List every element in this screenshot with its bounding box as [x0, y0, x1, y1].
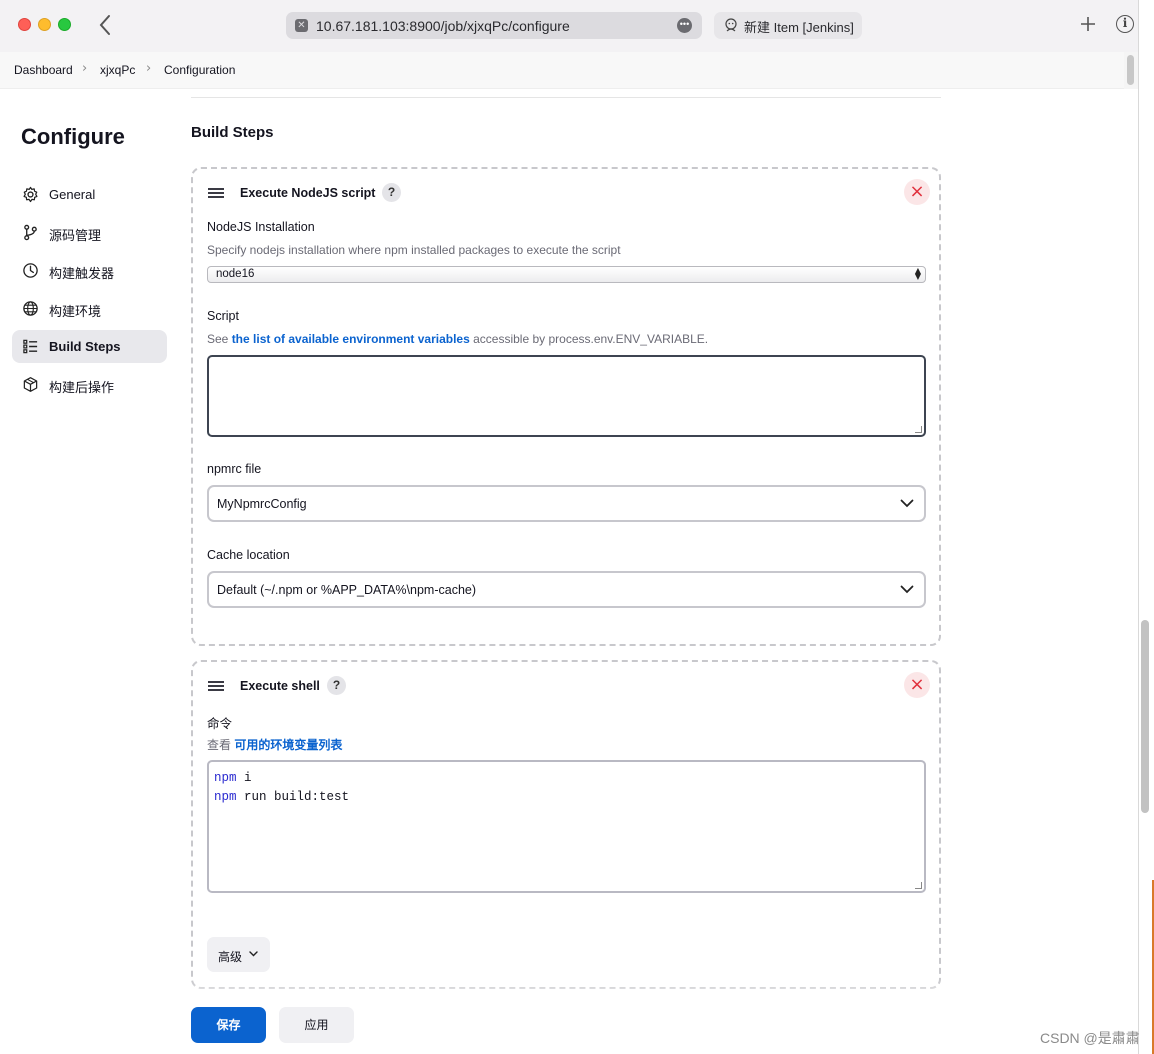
- address-bar[interactable]: ✕ 10.67.181.103:8900/job/xjxqPc/configur…: [286, 12, 702, 39]
- sidebar-item-source-control[interactable]: 源码管理: [12, 216, 167, 249]
- new-tab-icon[interactable]: [1078, 14, 1098, 34]
- breadcrumb-configuration[interactable]: Configuration: [164, 63, 235, 77]
- sidebar-item-build-environment[interactable]: 构建环境: [12, 292, 167, 325]
- chevron-down-icon: [900, 585, 914, 594]
- drag-handle-icon[interactable]: [208, 681, 224, 692]
- step-title: Execute NodeJS script: [240, 186, 376, 200]
- browser-titlebar: ✕ 10.67.181.103:8900/job/xjxqPc/configur…: [0, 0, 1138, 52]
- advanced-button[interactable]: 高级: [207, 937, 270, 972]
- script-textarea[interactable]: [207, 355, 926, 437]
- script-label: Script: [207, 309, 239, 323]
- sidebar-item-post-build-actions[interactable]: 构建后操作: [12, 368, 167, 401]
- command-textarea[interactable]: npm i npm run build:test: [207, 760, 926, 893]
- gear-icon: [23, 186, 38, 203]
- npmrc-label: npmrc file: [207, 462, 262, 476]
- save-button[interactable]: 保存: [191, 1007, 266, 1043]
- browser-tab-new-item[interactable]: 新建 Item [Jenkins]: [714, 12, 862, 39]
- close-window-button[interactable]: [18, 18, 31, 31]
- site-icon: ✕: [295, 19, 308, 32]
- section-divider: [191, 97, 941, 98]
- clock-icon: [23, 263, 38, 278]
- script-desc-suffix: accessible by process.env.ENV_VARIABLE.: [469, 332, 709, 346]
- bottom-action-bar: [0, 996, 1124, 1054]
- chevron-down-icon: [900, 499, 914, 508]
- command-description: 查看 可用的环境变量列表: [207, 736, 342, 753]
- cache-location-value: Default (~/.npm or %APP_DATA%\npm-cache): [217, 583, 477, 597]
- branch-icon: [24, 224, 37, 241]
- command-label: 命令: [207, 717, 233, 731]
- breadcrumb: Dashboard › xjxqPc › Configuration: [0, 52, 1124, 89]
- nodejs-installation-select[interactable]: node16 ▲ ▼: [207, 266, 926, 283]
- code-line: npm run build:test: [214, 788, 349, 807]
- maximize-window-button[interactable]: [58, 18, 71, 31]
- code-keyword: npm: [214, 771, 237, 785]
- list-icon: [23, 339, 38, 354]
- nodejs-installation-label: NodeJS Installation: [207, 220, 315, 234]
- sidebar-item-label: 源码管理: [49, 228, 102, 243]
- script-description: See the list of available environment va…: [207, 332, 708, 346]
- sidebar-item-label: General: [49, 187, 96, 202]
- npmrc-select[interactable]: MyNpmrcConfig: [207, 485, 926, 522]
- minimize-window-button[interactable]: [38, 18, 51, 31]
- breadcrumb-job[interactable]: xjxqPc: [100, 63, 135, 77]
- chevron-right-icon: ›: [146, 61, 152, 76]
- apply-button[interactable]: 应用: [279, 1007, 354, 1043]
- cache-location-select[interactable]: Default (~/.npm or %APP_DATA%\npm-cache): [207, 571, 926, 608]
- cube-icon: [23, 377, 38, 392]
- code-text: run build:test: [236, 790, 350, 804]
- advanced-label: 高级: [218, 950, 243, 964]
- sidebar-title: Configure: [21, 124, 125, 149]
- script-desc-prefix: See: [207, 332, 232, 346]
- sidebar-item-label: 构建后操作: [49, 380, 115, 395]
- resize-grip-icon[interactable]: [915, 426, 922, 433]
- delete-step-button[interactable]: ×: [904, 672, 930, 698]
- more-icon[interactable]: •••: [677, 18, 692, 33]
- code-text: i: [236, 771, 252, 785]
- chevron-down-icon: [249, 951, 258, 957]
- back-arrow-icon[interactable]: [96, 13, 114, 37]
- npmrc-value: MyNpmrcConfig: [217, 497, 307, 511]
- address-bar-url: 10.67.181.103:8900/job/xjxqPc/configure: [316, 18, 570, 34]
- watermark: CSDN @是肅肅: [1040, 1030, 1140, 1046]
- section-title: Build Steps: [191, 124, 274, 141]
- delete-step-button[interactable]: ×: [904, 179, 930, 205]
- env-variables-link[interactable]: 可用的环境变量列表: [234, 738, 342, 752]
- sidebar-item-general[interactable]: General: [12, 178, 167, 211]
- step-title: Execute shell: [240, 679, 320, 693]
- code-keyword: npm: [214, 790, 237, 804]
- breadcrumb-dashboard[interactable]: Dashboard: [14, 63, 73, 77]
- cache-location-label: Cache location: [207, 548, 290, 562]
- sidebar-item-label: Build Steps: [49, 339, 121, 354]
- resize-grip-icon[interactable]: [915, 882, 922, 889]
- code-line: npm i: [214, 769, 349, 788]
- env-variables-link[interactable]: the list of available environment variab…: [232, 332, 470, 346]
- drag-handle-icon[interactable]: [208, 188, 224, 199]
- window-scrollbar-thumb[interactable]: [1141, 620, 1149, 813]
- build-step-shell: Execute shell ? × 命令 查看 可用的环境变量列表 npm in…: [191, 660, 941, 989]
- nodejs-installation-description: Specify nodejs installation where npm in…: [207, 243, 621, 257]
- page-scrollbar-thumb[interactable]: [1127, 55, 1134, 85]
- build-step-nodejs: Execute NodeJS script ? × NodeJS Install…: [191, 167, 941, 646]
- info-icon[interactable]: i: [1116, 15, 1134, 33]
- sidebar-item-label: 构建环境: [49, 304, 102, 319]
- help-icon[interactable]: ?: [382, 183, 401, 202]
- select-arrows-icon: ▲ ▼: [914, 266, 921, 281]
- jenkins-icon: [725, 18, 737, 32]
- help-icon[interactable]: ?: [327, 676, 346, 695]
- globe-icon: [23, 301, 38, 316]
- chevron-right-icon: ›: [82, 61, 88, 76]
- command-desc-prefix: 查看: [207, 738, 235, 752]
- sidebar-item-label: 构建触发器: [49, 266, 115, 281]
- sidebar-item-build-triggers[interactable]: 构建触发器: [12, 254, 167, 287]
- command-code: npm i npm run build:test: [214, 769, 349, 807]
- browser-tab-title: 新建 Item [Jenkins]: [744, 20, 854, 35]
- sidebar-item-build-steps[interactable]: Build Steps: [12, 330, 167, 363]
- nodejs-installation-value: node16: [216, 268, 255, 280]
